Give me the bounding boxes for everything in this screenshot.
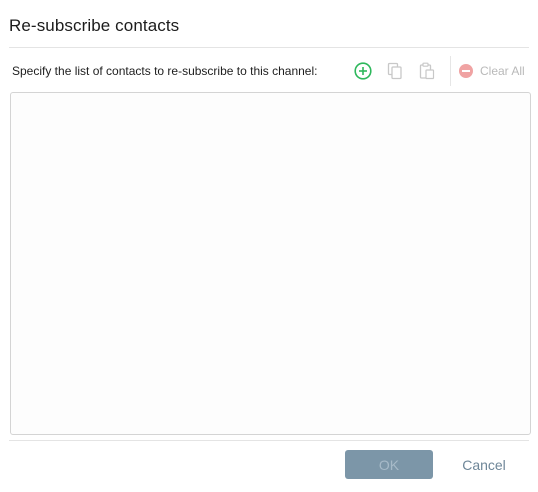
cancel-button[interactable]: Cancel — [447, 450, 521, 479]
header-divider — [9, 47, 529, 48]
copy-button[interactable] — [384, 60, 406, 82]
list-toolbar: Clear All — [352, 55, 525, 86]
footer-divider — [9, 440, 529, 441]
clear-all-button[interactable]: Clear All — [459, 63, 525, 78]
ok-button[interactable]: OK — [345, 450, 433, 479]
copy-icon — [387, 62, 402, 79]
dialog-title: Re-subscribe contacts — [9, 16, 180, 35]
paste-button[interactable] — [416, 60, 438, 82]
add-circle-icon — [354, 61, 372, 80]
instruction-text: Specify the list of contacts to re-subsc… — [12, 64, 318, 78]
toolbar-separator — [450, 55, 451, 86]
remove-circle-icon — [459, 63, 473, 78]
paste-icon — [419, 62, 435, 79]
clear-all-label: Clear All — [480, 63, 525, 78]
add-contact-button[interactable] — [352, 60, 374, 82]
resubscribe-dialog: Re-subscribe contacts Specify the list o… — [0, 0, 538, 492]
contacts-list-box[interactable] — [10, 92, 531, 435]
